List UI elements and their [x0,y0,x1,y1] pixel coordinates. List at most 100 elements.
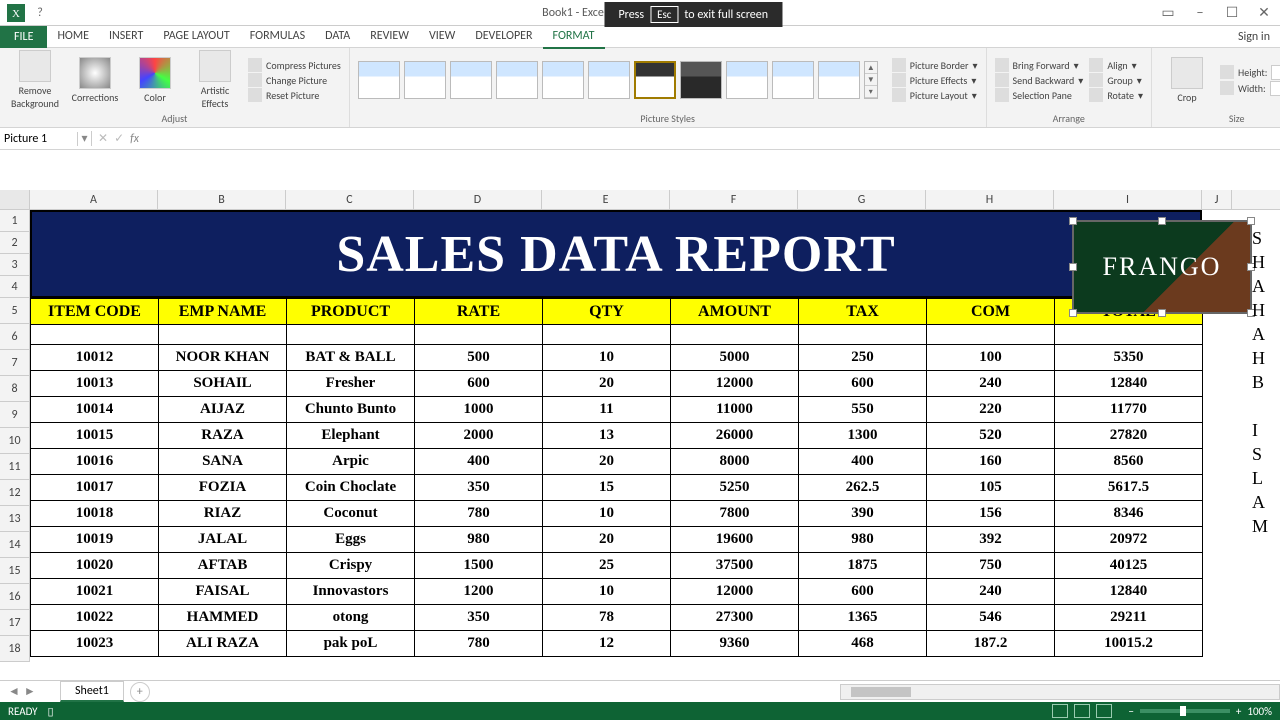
cell[interactable]: 1875 [799,553,927,579]
cell[interactable]: 5000 [671,345,799,371]
cell[interactable]: 187.2 [927,631,1055,657]
rotate-button[interactable]: Rotate ▾ [1089,88,1143,102]
maximize-button[interactable]: ☐ [1216,2,1248,24]
cell[interactable]: 10022 [31,605,159,631]
col-header-A[interactable]: A [30,190,158,209]
header-cell[interactable]: QTY [543,299,671,325]
cell[interactable]: 25 [543,553,671,579]
zoom-in-button[interactable]: + [1236,705,1241,718]
cell[interactable]: Coconut [287,501,415,527]
cell[interactable]: 12 [543,631,671,657]
cell[interactable]: 1500 [415,553,543,579]
col-header-G[interactable]: G [798,190,926,209]
minimize-button[interactable]: − [1184,2,1216,24]
row-header-14[interactable]: 14 [0,532,30,558]
cell[interactable]: Arpic [287,449,415,475]
fx-icon[interactable]: fx [130,132,139,146]
style-thumb[interactable] [726,61,768,99]
header-cell[interactable]: TAX [799,299,927,325]
cell[interactable]: 5250 [671,475,799,501]
cell[interactable]: 750 [927,553,1055,579]
cell[interactable]: 10013 [31,371,159,397]
remove-background-button[interactable]: Remove Background [8,50,62,110]
name-box-dropdown[interactable]: ▾ [78,131,92,146]
cell[interactable]: 20 [543,371,671,397]
cell[interactable] [543,325,671,345]
cell[interactable]: 15 [543,475,671,501]
tab-developer[interactable]: DEVELOPER [465,25,542,49]
cell[interactable]: 1000 [415,397,543,423]
cell[interactable]: 10016 [31,449,159,475]
header-cell[interactable]: PRODUCT [287,299,415,325]
cell[interactable]: 10017 [31,475,159,501]
cell[interactable]: FAISAL [159,579,287,605]
cell[interactable]: 20 [543,449,671,475]
cell[interactable]: HAMMED [159,605,287,631]
row-header-3[interactable]: 3 [0,254,30,276]
tab-view[interactable]: VIEW [419,25,465,49]
send-backward-button[interactable]: Send Backward ▾ [995,73,1084,87]
cell[interactable]: SOHAIL [159,371,287,397]
cell[interactable]: RAZA [159,423,287,449]
style-thumb[interactable] [404,61,446,99]
cancel-formula-icon[interactable]: ✕ [98,131,108,146]
resize-handle[interactable] [1158,217,1166,225]
cell[interactable]: 10014 [31,397,159,423]
height-input[interactable]: Height: 0.8" [1220,65,1280,80]
group-button[interactable]: Group ▾ [1089,73,1143,87]
cell[interactable]: 10 [543,345,671,371]
reset-picture-button[interactable]: Reset Picture [248,88,341,102]
style-thumb[interactable] [772,61,814,99]
cell[interactable]: Crispy [287,553,415,579]
cell[interactable]: pak poL [287,631,415,657]
selection-pane-button[interactable]: Selection Pane [995,88,1084,102]
cell[interactable] [671,325,799,345]
cell[interactable]: 13 [543,423,671,449]
picture-border-button[interactable]: Picture Border ▾ [892,58,978,72]
cell[interactable]: 27300 [671,605,799,631]
resize-handle[interactable] [1069,217,1077,225]
cell[interactable]: 160 [927,449,1055,475]
cell[interactable]: 78 [543,605,671,631]
header-cell[interactable]: RATE [415,299,543,325]
row-header-18[interactable]: 18 [0,636,30,662]
cell[interactable]: 156 [927,501,1055,527]
header-cell[interactable]: ITEM CODE [31,299,159,325]
col-header-D[interactable]: D [414,190,542,209]
cell[interactable]: 600 [799,371,927,397]
cell[interactable]: AIJAZ [159,397,287,423]
cell[interactable]: 500 [415,345,543,371]
cell[interactable]: 390 [799,501,927,527]
cell[interactable]: 10015 [31,423,159,449]
header-cell[interactable]: AMOUNT [671,299,799,325]
col-header-F[interactable]: F [670,190,798,209]
cell[interactable]: 20 [543,527,671,553]
ribbon-display-icon[interactable]: ▭ [1152,2,1184,24]
cell[interactable] [31,325,159,345]
row-header-7[interactable]: 7 [0,350,30,376]
new-sheet-button[interactable]: + [130,682,150,702]
cell[interactable]: Fresher [287,371,415,397]
cell[interactable]: 20972 [1055,527,1203,553]
header-cell[interactable]: EMP NAME [159,299,287,325]
cell[interactable]: 2000 [415,423,543,449]
header-cell[interactable]: COM [927,299,1055,325]
cell[interactable]: 10015.2 [1055,631,1203,657]
tab-data[interactable]: DATA [315,25,360,49]
cell[interactable]: RIAZ [159,501,287,527]
cell[interactable]: 105 [927,475,1055,501]
cell[interactable]: 400 [799,449,927,475]
zoom-out-button[interactable]: − [1128,705,1133,718]
cell[interactable]: 262.5 [799,475,927,501]
cell[interactable]: 11770 [1055,397,1203,423]
cell[interactable]: 1300 [799,423,927,449]
macro-record-icon[interactable]: ▯ [48,705,54,718]
row-header-8[interactable]: 8 [0,376,30,402]
bring-forward-button[interactable]: Bring Forward ▾ [995,58,1084,72]
cell[interactable]: 250 [799,345,927,371]
cell[interactable]: Innovastors [287,579,415,605]
cell[interactable]: 29211 [1055,605,1203,631]
cell[interactable] [799,325,927,345]
resize-handle[interactable] [1247,217,1255,225]
tab-review[interactable]: REVIEW [360,25,419,49]
